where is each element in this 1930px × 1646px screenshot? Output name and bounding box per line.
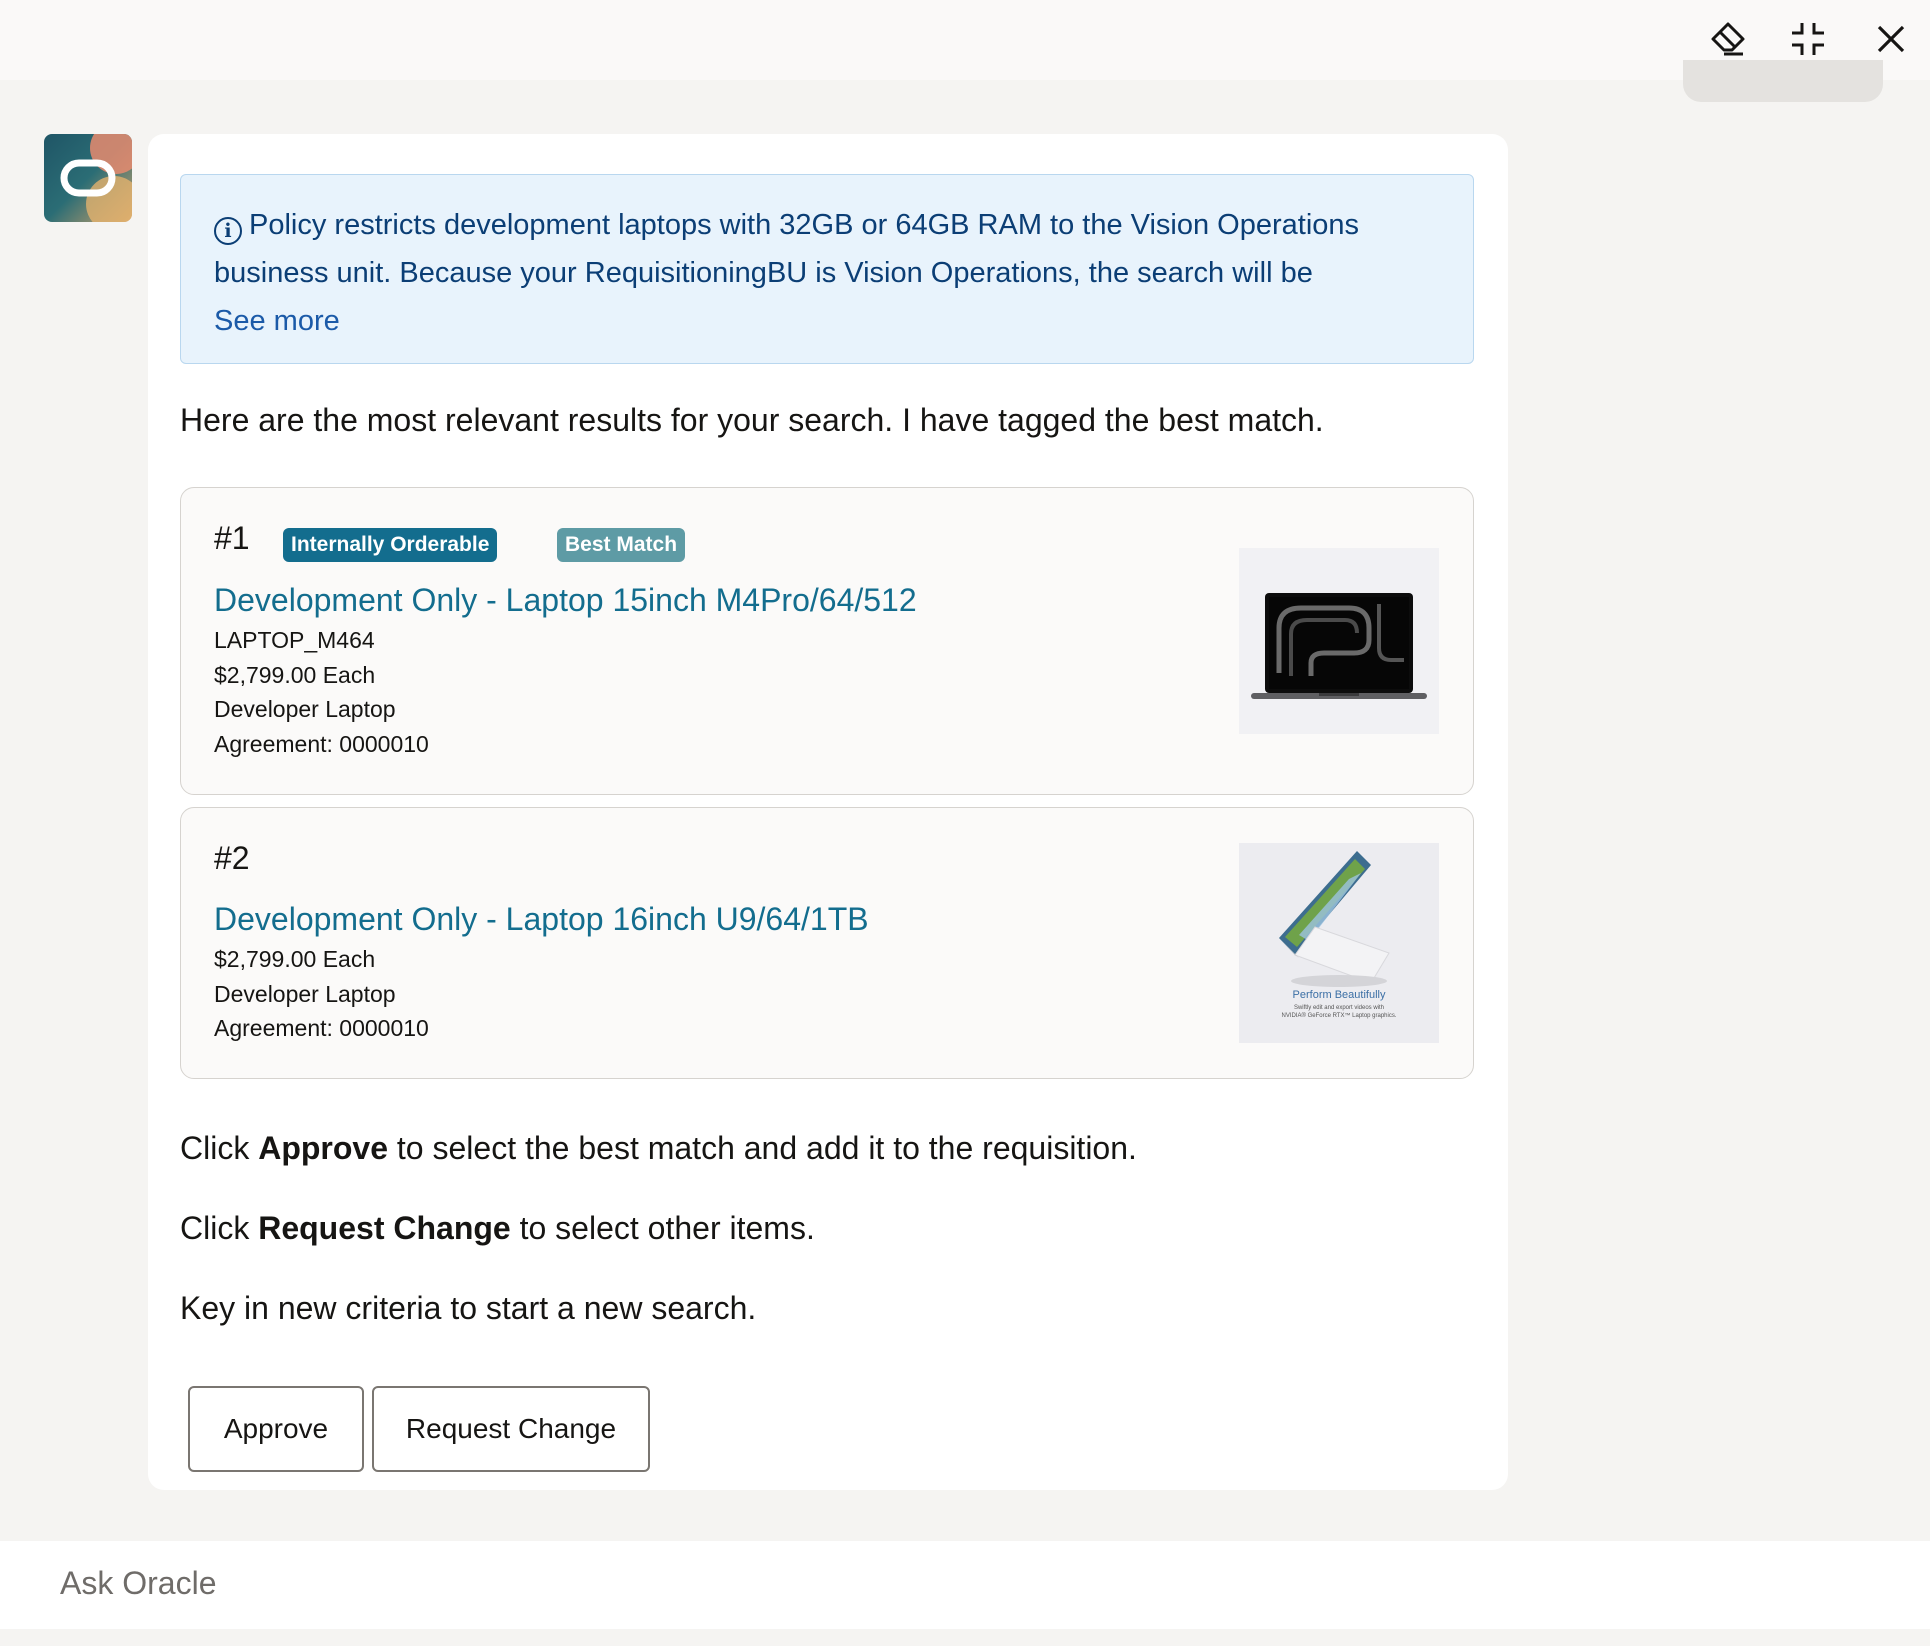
- see-more-link[interactable]: See more: [214, 305, 340, 337]
- new-search-instruction: Key in new criteria to start a new searc…: [180, 1290, 757, 1326]
- image-caption: Perform Beautifully: [1293, 989, 1386, 1001]
- item-price: $2,799.00 Each: [214, 946, 376, 972]
- approve-instruction: Click Approve to select the best match a…: [180, 1130, 1137, 1167]
- image-subcaption: Swiftly edit and export videos with: [1294, 1005, 1384, 1011]
- item-category: Developer Laptop: [214, 696, 396, 722]
- item-price: $2,799.00 Each: [214, 661, 376, 688]
- result-card-2[interactable]: #2 Development Only - Laptop 16inch U9/6…: [180, 807, 1474, 1079]
- result-card-1[interactable]: #1 Internally Orderable Best Match Devel…: [180, 487, 1474, 795]
- response-card: i Policy restricts development laptops wi…: [148, 134, 1508, 1490]
- instruction-bold: Approve: [258, 1130, 389, 1166]
- bottom-strip: [0, 1629, 1930, 1646]
- best-match-badge: Best Match: [557, 528, 686, 562]
- item-agreement: Agreement: 0000010: [214, 1015, 429, 1041]
- result-rank: #2: [214, 840, 250, 876]
- item-category: Developer Laptop: [214, 980, 396, 1007]
- request-change-instruction: Click Request Change to select other ite…: [180, 1210, 815, 1247]
- assistant-avatar: [44, 134, 132, 222]
- eraser-icon[interactable]: [1705, 16, 1751, 62]
- chat-input-placeholder: Ask Oracle: [60, 1565, 217, 1601]
- item-number: LAPTOP_M464: [214, 627, 375, 653]
- request-change-button[interactable]: Request Change: [372, 1386, 650, 1472]
- product-image: [1239, 548, 1439, 734]
- top-bar: [0, 0, 1930, 80]
- info-icon: i: [214, 217, 242, 245]
- instruction-text: Click: [180, 1130, 259, 1166]
- instruction-text: to select the best match and add it to t…: [388, 1130, 1137, 1166]
- approve-button[interactable]: Approve: [188, 1386, 364, 1472]
- instruction-text: Click: [180, 1210, 259, 1246]
- partially-hidden-button[interactable]: [1683, 60, 1883, 102]
- results-intro: Here are the most relevant results for y…: [180, 402, 1324, 438]
- internally-orderable-badge: Internally Orderable: [283, 528, 498, 562]
- instruction-text: to select other items.: [510, 1210, 815, 1246]
- result-rank: #1: [214, 520, 250, 556]
- product-image: Perform Beautifully Swiftly edit and exp…: [1239, 843, 1439, 1043]
- result-title-link[interactable]: Development Only - Laptop 15inch M4Pro/6…: [214, 582, 917, 619]
- policy-notice-text: Policy restricts development laptops wit…: [214, 209, 1360, 289]
- item-agreement: Agreement: 0000010: [214, 730, 429, 757]
- image-subcaption: NVIDIA® GeForce RTX™ Laptop graphics.: [1281, 1012, 1396, 1019]
- result-title-link[interactable]: Development Only - Laptop 16inch U9/64/1…: [214, 901, 869, 938]
- instruction-bold: Request Change: [258, 1210, 511, 1246]
- close-icon[interactable]: [1868, 16, 1914, 62]
- chat-input[interactable]: Ask Oracle: [0, 1541, 1930, 1629]
- collapse-icon[interactable]: [1785, 16, 1831, 62]
- policy-notice: i Policy restricts development laptops wi…: [180, 174, 1474, 364]
